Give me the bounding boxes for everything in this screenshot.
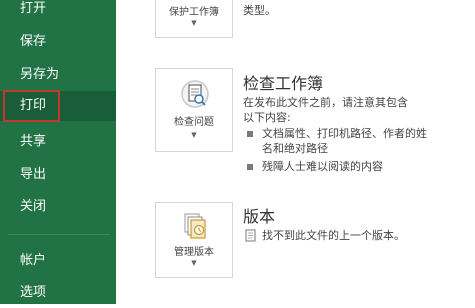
inspect-desc-line1: 在发布此文件之前，请注意其包含 <box>243 96 408 109</box>
backstage-sidebar: 打开 保存 另存为 打印 共享 导出 关闭 帐户 选项 <box>0 0 116 304</box>
check-issues-button[interactable]: 检查问题 ▼ <box>155 68 233 152</box>
nav-save-as[interactable]: 另存为 <box>0 60 116 90</box>
chevron-down-icon: ▼ <box>191 131 197 139</box>
inspect-desc-line2: 以下内容: <box>243 111 291 124</box>
nav-close-label: 关闭 <box>20 199 47 214</box>
nav-export[interactable]: 导出 <box>0 160 116 190</box>
versions-title: 版本 <box>243 207 276 226</box>
inspect-workbook-title: 检查工作簿 <box>243 74 324 93</box>
nav-print-label: 打印 <box>20 98 47 113</box>
chevron-down-icon: ▼ <box>191 259 197 267</box>
versions-message: 找不到此文件的上一个版本。 <box>262 229 405 242</box>
document-small-icon <box>245 229 256 242</box>
nav-save-label: 保存 <box>20 34 47 49</box>
nav-options-label: 选项 <box>20 285 47 300</box>
nav-close[interactable]: 关闭 <box>0 192 116 222</box>
check-issues-label: 检查问题 <box>174 117 214 128</box>
nav-save[interactable]: 保存 <box>0 27 116 57</box>
nav-account-label: 帐户 <box>20 253 47 268</box>
nav-account[interactable]: 帐户 <box>0 246 116 276</box>
nav-export-label: 导出 <box>20 167 47 182</box>
nav-print[interactable]: 打印 <box>0 90 116 122</box>
manage-versions-icon <box>184 213 206 239</box>
protect-workbook-button[interactable]: 保护工作簿 ▼ <box>155 0 233 38</box>
protect-workbook-label: 保护工作簿 <box>169 7 219 18</box>
nav-share[interactable]: 共享 <box>0 127 116 157</box>
inspect-document-icon <box>181 80 209 108</box>
nav-save-as-label: 另存为 <box>20 67 60 82</box>
inspect-bullet1-line1: 文档属性、打印机路径、作者的姓 <box>262 127 427 140</box>
nav-open-label: 打开 <box>20 1 47 16</box>
inspect-bullet2-line1: 残障人士难以阅读的内容 <box>262 160 383 173</box>
inspect-bullet1-line2: 名和绝对路径 <box>262 142 328 155</box>
manage-versions-button[interactable]: 管理版本 ▼ <box>155 202 233 278</box>
manage-versions-label: 管理版本 <box>174 247 214 258</box>
nav-share-label: 共享 <box>20 134 47 149</box>
nav-open[interactable]: 打开 <box>0 0 116 24</box>
sidebar-divider <box>8 234 110 235</box>
chevron-down-icon: ▼ <box>191 19 197 27</box>
bullet-marker <box>247 131 253 137</box>
protect-description: 类型。 <box>243 4 276 17</box>
bullet-marker <box>247 164 253 170</box>
